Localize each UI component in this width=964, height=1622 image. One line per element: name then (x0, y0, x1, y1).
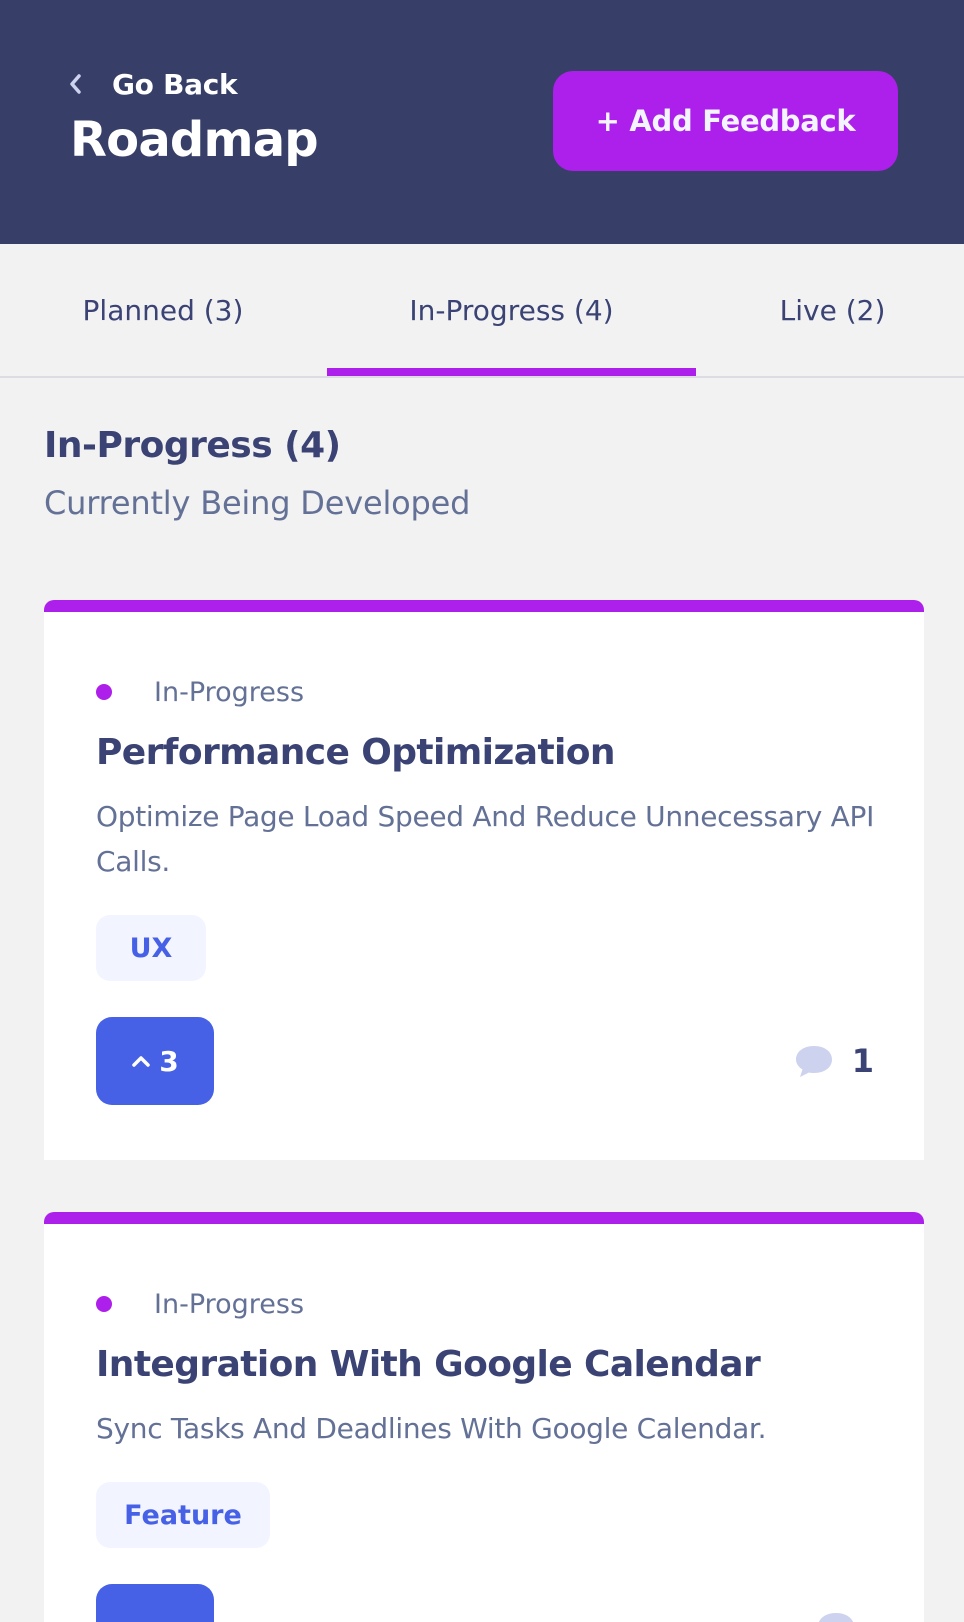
card-description: Sync Tasks And Deadlines With Google Cal… (96, 1412, 767, 1445)
upvote-button[interactable]: 3 (96, 1017, 214, 1105)
card-title[interactable]: Performance Optimization (96, 732, 616, 773)
status-dot-icon (96, 1296, 112, 1312)
add-feedback-button[interactable]: + Add Feedback (553, 71, 898, 171)
comments-count: 1 (794, 1017, 874, 1105)
card-title[interactable]: Integration With Google Calendar (96, 1344, 761, 1385)
comments-count (816, 1584, 874, 1622)
chevron-up-icon (131, 1054, 151, 1068)
upvote-button[interactable] (96, 1584, 214, 1622)
roadmap-page: Go Back Roadmap + Add Feedback Planned (… (0, 0, 964, 1622)
status-tabs: Planned (3) In-Progress (4) Live (2) (0, 244, 964, 378)
comment-count: 1 (851, 1042, 874, 1080)
category-tag[interactable]: Feature (96, 1482, 270, 1548)
status-dot-icon (96, 684, 112, 700)
comment-bubble-icon (794, 1044, 834, 1078)
card-description: Optimize Page Load Speed And Reduce Unne… (96, 800, 875, 878)
go-back-link[interactable]: Go Back (66, 62, 238, 106)
go-back-label: Go Back (112, 67, 238, 101)
feedback-card[interactable]: In-Progress Performance Optimization Opt… (44, 600, 924, 1160)
status-row: In-Progress (96, 1284, 304, 1324)
comment-bubble-icon (816, 1611, 856, 1622)
section-title: In-Progress (4) (44, 425, 341, 466)
header-bar: Go Back Roadmap + Add Feedback (0, 0, 964, 244)
status-label: In-Progress (154, 676, 305, 708)
status-label: In-Progress (154, 1288, 305, 1320)
tab-in-progress-label: In-Progress (4) (409, 293, 614, 327)
page-title: Roadmap (70, 112, 319, 168)
feedback-card[interactable]: In-Progress Integration With Google Cale… (44, 1212, 924, 1622)
tab-planned[interactable]: Planned (3) (50, 244, 276, 376)
active-tab-indicator (327, 368, 696, 376)
upvote-count: 3 (159, 1044, 179, 1078)
tab-live[interactable]: Live (2) (745, 244, 920, 376)
tab-in-progress[interactable]: In-Progress (4) (327, 244, 696, 376)
tab-live-label: Live (2) (779, 293, 886, 327)
section-subtitle: Currently Being Developed (44, 484, 471, 522)
category-tag[interactable]: UX (96, 915, 206, 981)
tab-planned-label: Planned (3) (82, 293, 244, 327)
status-row: In-Progress (96, 672, 304, 712)
chevron-left-icon (66, 74, 86, 94)
